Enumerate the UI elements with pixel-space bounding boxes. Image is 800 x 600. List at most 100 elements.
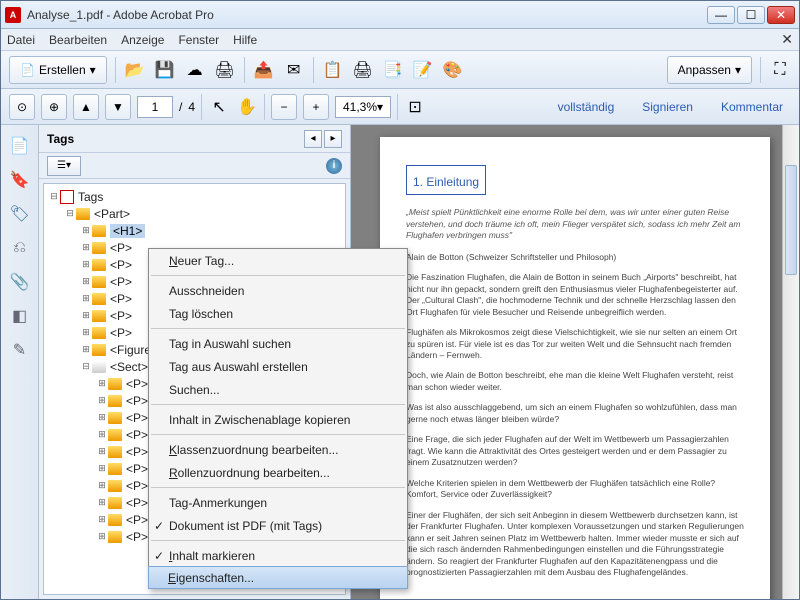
scrollbar-thumb[interactable] <box>785 165 797 275</box>
menu-window[interactable]: Fenster <box>178 33 219 47</box>
cm-copy-clipboard[interactable]: Inhalt in Zwischenablage kopieren <box>149 408 407 431</box>
chevron-down-icon: ▾ <box>90 63 96 77</box>
tree-p[interactable]: <P> <box>126 445 148 459</box>
cm-create-from-selection[interactable]: Tag aus Auswahl erstellen <box>149 355 407 378</box>
edit-icon[interactable]: 📝 <box>412 59 434 81</box>
pdf-page: 1. Einleitung „Meist spielt Pünktlichkei… <box>380 137 770 599</box>
tree-p[interactable]: <P> <box>126 496 148 510</box>
create-button[interactable]: 📄 Erstellen ▾ <box>9 56 107 84</box>
tree-p[interactable]: <P> <box>110 292 132 306</box>
info-icon[interactable]: i <box>326 158 342 174</box>
zoom-in-button[interactable]: + <box>303 94 329 120</box>
vertical-scrollbar[interactable] <box>782 125 799 599</box>
page-input[interactable] <box>137 96 173 118</box>
scan-icon[interactable]: 🖨 <box>352 59 374 81</box>
cm-classmap[interactable]: Klassenzuordnung bearbeiten... <box>149 438 407 461</box>
page-down-button[interactable]: ▼ <box>105 94 131 120</box>
doc-intro: „Meist spielt Pünktlichkeit eine enorme … <box>406 207 744 241</box>
tree-h1-selected[interactable]: <H1> <box>110 224 145 238</box>
layers-panel-icon[interactable]: ◧ <box>9 305 31 327</box>
tree-p[interactable]: <P> <box>126 479 148 493</box>
doc-para: Die Faszination Flughafen, die Alain de … <box>406 272 744 318</box>
tree-root[interactable]: Tags <box>78 190 103 204</box>
comment-link[interactable]: Kommentar <box>713 96 791 118</box>
customize-button[interactable]: Anpassen ▾ <box>667 56 752 84</box>
select-tool-icon[interactable]: ↖ <box>208 96 230 118</box>
cm-new-tag[interactable]: Neuer Tag... <box>149 249 407 272</box>
fullscreen-icon[interactable]: ⛶ <box>769 59 791 81</box>
print-icon[interactable]: 🖨 <box>214 59 236 81</box>
close-doc-icon[interactable]: ✕ <box>781 31 793 48</box>
tree-p[interactable]: <P> <box>110 309 132 323</box>
attach-panel-icon[interactable]: 📎 <box>9 271 31 293</box>
tree-p[interactable]: <P> <box>110 258 132 272</box>
minimize-button[interactable]: — <box>707 6 735 24</box>
tags-panel-icon[interactable]: 🏷 <box>9 203 31 225</box>
tree-p[interactable]: <P> <box>126 428 148 442</box>
tools-link[interactable]: vollständig <box>550 96 623 118</box>
order-panel-icon[interactable]: ⎌ <box>9 237 31 259</box>
cm-rolemap[interactable]: Rollenzuordnung bearbeiten... <box>149 461 407 484</box>
cm-delete[interactable]: Tag löschen <box>149 302 407 325</box>
menu-edit[interactable]: Bearbeiten <box>49 33 107 47</box>
doc-para: Einer der Flughäfen, der sich seit Anbeg… <box>406 510 744 579</box>
menubar: Datei Bearbeiten Anzeige Fenster Hilfe ✕ <box>1 29 799 51</box>
cm-cut[interactable]: Ausschneiden <box>149 279 407 302</box>
document-view[interactable]: 1. Einleitung „Meist spielt Pünktlichkei… <box>351 125 799 599</box>
tree-sect[interactable]: <Sect> <box>110 360 148 374</box>
nav-sidebar: 📄 🔖 🏷 ⎌ 📎 ◧ ✎ <box>1 125 39 599</box>
menu-file[interactable]: Datei <box>7 33 35 47</box>
maximize-button[interactable]: ☐ <box>737 6 765 24</box>
cm-properties[interactable]: Eigenschaften... <box>148 566 408 589</box>
panel-options-button[interactable]: ☰▾ <box>47 156 81 176</box>
share-icon[interactable]: 📤 <box>253 59 275 81</box>
cm-find-in-selection[interactable]: Tag in Auswahl suchen <box>149 332 407 355</box>
doc-heading: 1. Einleitung <box>406 165 486 195</box>
zoom-input[interactable]: 41,3% ▾ <box>335 96 391 118</box>
context-menu: Neuer Tag... Ausschneiden Tag löschen Ta… <box>148 248 408 589</box>
tree-p[interactable]: <P> <box>110 326 132 340</box>
tree-p[interactable]: <P> <box>126 411 148 425</box>
tree-p[interactable]: <P> <box>110 275 132 289</box>
tree-p[interactable]: <P> <box>126 462 148 476</box>
cloud-icon[interactable]: ☁ <box>184 59 206 81</box>
prev-page-button[interactable]: ⊕ <box>41 94 67 120</box>
sign-link[interactable]: Signieren <box>634 96 701 118</box>
export-icon[interactable]: 📋 <box>322 59 344 81</box>
menu-view[interactable]: Anzeige <box>121 33 164 47</box>
tree-p[interactable]: <P> <box>126 394 148 408</box>
doc-author: Alain de Botton (Schweizer Schriftstelle… <box>406 252 744 263</box>
tree-p[interactable]: <P> <box>110 241 132 255</box>
close-button[interactable]: ✕ <box>767 6 795 24</box>
tree-part[interactable]: <Part> <box>94 207 130 221</box>
bookmarks-panel-icon[interactable]: 🔖 <box>9 169 31 191</box>
tree-p[interactable]: <P> <box>126 530 148 544</box>
tags-panel-title: Tags <box>47 132 302 146</box>
create-icon: 📄 <box>20 63 35 77</box>
open-icon[interactable]: 📂 <box>124 59 146 81</box>
color-icon[interactable]: 🎨 <box>442 59 464 81</box>
signatures-panel-icon[interactable]: ✎ <box>9 339 31 361</box>
page-up-button[interactable]: ▲ <box>73 94 99 120</box>
doc-para: Eine Frage, die sich jeder Flughafen auf… <box>406 434 744 468</box>
tree-p[interactable]: <P> <box>126 513 148 527</box>
cm-tag-annotations[interactable]: Tag-Anmerkungen <box>149 491 407 514</box>
hand-tool-icon[interactable]: ✋ <box>236 96 258 118</box>
first-page-button[interactable]: ⊙ <box>9 94 35 120</box>
zoom-out-button[interactable]: − <box>271 94 297 120</box>
main-toolbar: 📄 Erstellen ▾ 📂 💾 ☁ 🖨 📤 ✉ 📋 🖨 📑 📝 🎨 Anpa… <box>1 51 799 89</box>
email-icon[interactable]: ✉ <box>283 59 305 81</box>
cm-search[interactable]: Suchen... <box>149 378 407 401</box>
cm-doc-is-pdf[interactable]: ✓Dokument ist PDF (mit Tags) <box>149 514 407 537</box>
marquee-zoom-icon[interactable]: ⊡ <box>404 96 426 118</box>
pages-panel-icon[interactable]: 📄 <box>9 135 31 157</box>
menu-help[interactable]: Hilfe <box>233 33 257 47</box>
tree-p[interactable]: <P> <box>126 377 148 391</box>
cm-mark-content[interactable]: ✓Inhalt markieren <box>149 544 407 567</box>
combine-icon[interactable]: 📑 <box>382 59 404 81</box>
doc-para: Doch, wie Alain de Botton beschreibt, eh… <box>406 370 744 393</box>
save-icon[interactable]: 💾 <box>154 59 176 81</box>
panel-next-button[interactable]: ▸ <box>324 130 342 148</box>
doc-para: Flughäfen als Mikrokosmos zeigt diese Vi… <box>406 327 744 361</box>
panel-prev-button[interactable]: ◂ <box>304 130 322 148</box>
